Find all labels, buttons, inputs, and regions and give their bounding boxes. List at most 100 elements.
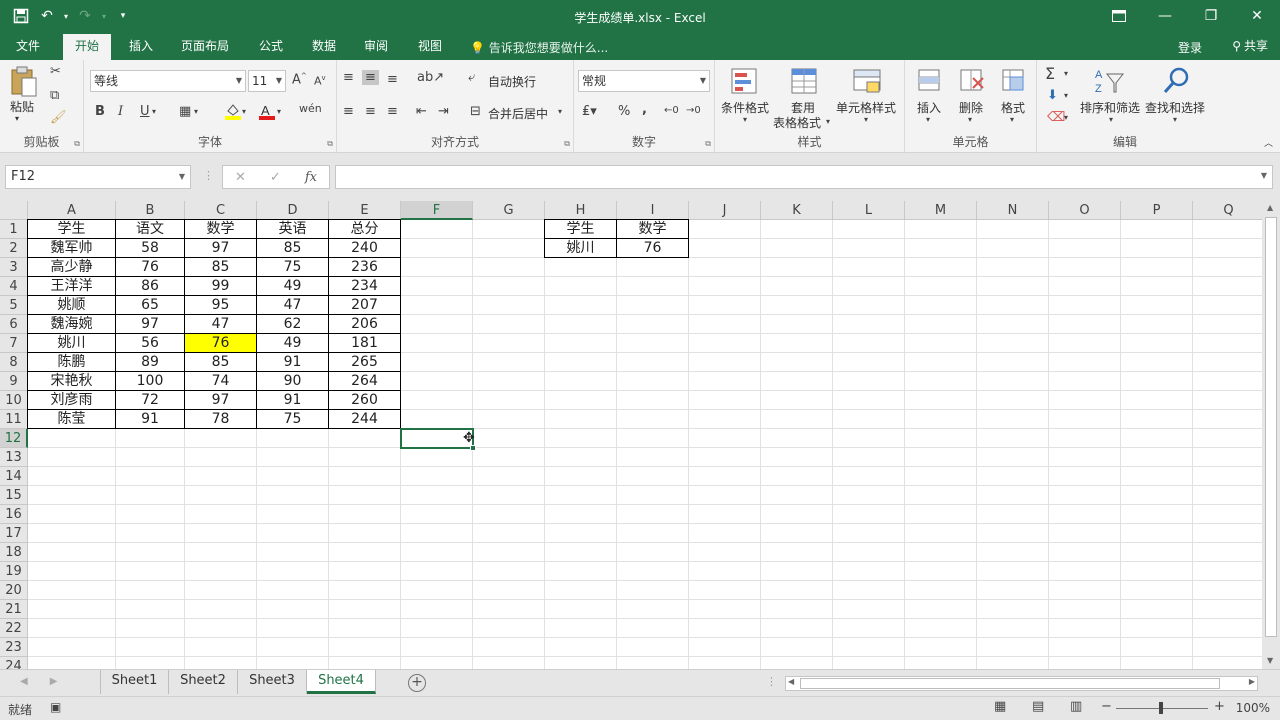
row-header-17[interactable]: 17 (0, 524, 28, 543)
cell-styles-button[interactable]: 单元格样式 (836, 99, 896, 116)
horizontal-scrollbar[interactable]: ◀ ▶ (785, 676, 1258, 691)
cell-d9[interactable]: 90 (256, 371, 329, 391)
row-header-8[interactable]: 8 (0, 353, 28, 372)
find-dropdown-icon[interactable]: ▾ (1173, 115, 1177, 124)
cell-c1[interactable]: 数学 (184, 219, 257, 239)
align-center-icon[interactable]: ≡ (365, 104, 376, 119)
column-header-q[interactable]: Q (1193, 201, 1262, 220)
cell-d10[interactable]: 91 (256, 390, 329, 410)
undo-dropdown-icon[interactable]: ▾ (62, 5, 70, 27)
fill-color-icon[interactable] (224, 102, 242, 124)
cell-c7[interactable]: 76 (184, 333, 257, 353)
formula-input[interactable]: ▼ (335, 165, 1273, 189)
row-header-10[interactable]: 10 (0, 391, 28, 410)
cell-b4[interactable]: 86 (115, 276, 185, 296)
zoom-in-icon[interactable]: + (1214, 699, 1225, 714)
cell-c10[interactable]: 97 (184, 390, 257, 410)
autosum-button[interactable]: Σ (1045, 64, 1055, 83)
decrease-indent-icon[interactable]: ⇤ (416, 104, 427, 119)
alignment-launcher-icon[interactable]: ⧉ (564, 139, 570, 149)
row-header-19[interactable]: 19 (0, 562, 28, 581)
merge-dropdown-icon[interactable]: ▾ (558, 107, 562, 116)
sort-filter-icon[interactable]: AZ (1095, 66, 1127, 98)
conditional-formatting-button[interactable]: 条件格式 (721, 99, 769, 116)
row-header-3[interactable]: 3 (0, 258, 28, 277)
row-header-6[interactable]: 6 (0, 315, 28, 334)
row-header-18[interactable]: 18 (0, 543, 28, 562)
align-left-icon[interactable]: ≡ (343, 104, 354, 119)
cell-e2[interactable]: 240 (328, 238, 401, 258)
cell-e10[interactable]: 260 (328, 390, 401, 410)
cell-d4[interactable]: 49 (256, 276, 329, 296)
borders-icon[interactable]: ▦ (179, 104, 191, 119)
cell-a6[interactable]: 魏海婉 (27, 314, 116, 334)
cell-a8[interactable]: 陈鹏 (27, 352, 116, 372)
sort-filter-button[interactable]: 排序和筛选 (1080, 99, 1140, 116)
wrap-text-icon[interactable]: ⤶ (468, 70, 475, 85)
cell-b9[interactable]: 100 (115, 371, 185, 391)
merge-center-icon[interactable]: ⊟ (470, 104, 481, 119)
increase-indent-icon[interactable]: ⇥ (438, 104, 449, 119)
tab-view[interactable]: 视图 (406, 34, 454, 60)
phonetic-icon[interactable]: wén (299, 102, 322, 115)
conditional-formatting-icon[interactable] (729, 66, 761, 98)
column-header-j[interactable]: J (689, 201, 761, 220)
cell-a11[interactable]: 陈莹 (27, 409, 116, 429)
increase-font-icon[interactable]: A^ (292, 72, 307, 87)
borders-dropdown-icon[interactable]: ▾ (194, 107, 198, 116)
cell-b3[interactable]: 76 (115, 257, 185, 277)
column-header-o[interactable]: O (1049, 201, 1121, 220)
row-header-23[interactable]: 23 (0, 638, 28, 657)
fill-color-dropdown-icon[interactable]: ▾ (242, 107, 246, 116)
format-as-table-icon[interactable] (789, 66, 821, 98)
top-align-icon[interactable]: ≡ (343, 70, 354, 85)
sheet-tab-sheet1[interactable]: Sheet1 (101, 670, 169, 694)
next-sheet-icon[interactable]: ▶ (50, 676, 58, 687)
column-header-l[interactable]: L (833, 201, 905, 220)
accounting-format-icon[interactable]: ₤▾ (582, 104, 597, 119)
cell-styles-icon[interactable] (852, 66, 884, 98)
cell-a5[interactable]: 姚顺 (27, 295, 116, 315)
font-size-combo[interactable]: 11 ▼ (248, 70, 286, 92)
conditional-dropdown-icon[interactable]: ▾ (743, 115, 747, 124)
table-dropdown-icon[interactable]: ▾ (826, 117, 830, 126)
merge-center-button[interactable]: 合并后居中 (488, 105, 548, 122)
cell-c5[interactable]: 95 (184, 295, 257, 315)
redo-dropdown-icon[interactable]: ▾ (100, 5, 108, 27)
cell-e4[interactable]: 234 (328, 276, 401, 296)
row-header-13[interactable]: 13 (0, 448, 28, 467)
tab-split-grip-icon[interactable]: ⋮ (766, 675, 777, 688)
middle-align-icon[interactable]: ≡ (362, 70, 379, 85)
insert-cells-button[interactable]: 插入 (917, 99, 941, 116)
tab-data[interactable]: 数据 (300, 34, 348, 60)
row-header-5[interactable]: 5 (0, 296, 28, 315)
page-layout-view-icon[interactable]: ▤ (1032, 699, 1044, 714)
cell-d2[interactable]: 85 (256, 238, 329, 258)
cell-e9[interactable]: 264 (328, 371, 401, 391)
cell-e8[interactable]: 265 (328, 352, 401, 372)
tab-insert[interactable]: 插入 (117, 34, 165, 60)
cell-a3[interactable]: 高少静 (27, 257, 116, 277)
cell-c11[interactable]: 78 (184, 409, 257, 429)
column-header-d[interactable]: D (257, 201, 329, 220)
login-link[interactable]: 登录 (1178, 39, 1202, 56)
column-header-b[interactable]: B (116, 201, 185, 220)
paste-icon[interactable] (10, 66, 42, 98)
cell-h1[interactable]: 学生 (544, 219, 617, 239)
column-header-p[interactable]: P (1121, 201, 1193, 220)
column-header-f[interactable]: F (401, 201, 473, 220)
expand-formula-bar-icon[interactable]: ▼ (1261, 171, 1267, 180)
format-cells-button[interactable]: 格式 (1001, 99, 1025, 116)
zoom-slider-thumb[interactable] (1159, 702, 1163, 714)
tell-me-search[interactable]: 💡 告诉我您想要做什么... (470, 39, 608, 56)
prev-sheet-icon[interactable]: ◀ (20, 676, 28, 687)
row-header-15[interactable]: 15 (0, 486, 28, 505)
column-header-h[interactable]: H (545, 201, 617, 220)
cell-a4[interactable]: 王洋洋 (27, 276, 116, 296)
cell-a1[interactable]: 学生 (27, 219, 116, 239)
clear-dropdown-icon[interactable]: ▾ (1064, 113, 1068, 122)
sheet-tab-sheet4[interactable]: Sheet4 (307, 670, 376, 694)
row-header-1[interactable]: 1 (0, 220, 28, 239)
vertical-scrollbar[interactable]: ▲ ▼ (1262, 201, 1280, 669)
autosum-dropdown-icon[interactable]: ▾ (1064, 69, 1068, 78)
